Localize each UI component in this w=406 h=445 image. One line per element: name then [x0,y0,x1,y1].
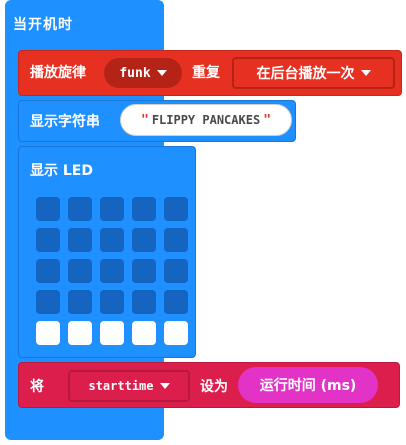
led-cell-0-4[interactable] [164,197,188,221]
led-cell-3-0[interactable] [36,290,60,314]
led-cell-2-3[interactable] [132,259,156,283]
quote-close: " [263,112,272,128]
to-label: 设为 [200,379,228,395]
melody-dropdown-value: funk [119,65,151,81]
melody-dropdown[interactable]: funk [104,58,182,88]
led-cell-4-4[interactable] [164,321,188,345]
string-input[interactable]: " FLIPPY PANCAKES " [120,104,292,136]
led-cell-0-0[interactable] [36,197,60,221]
chevron-down-icon [360,70,371,76]
set-label: 将 [30,379,44,395]
show-string-label: 显示字符串 [30,114,100,130]
led-cell-1-4[interactable] [164,228,188,252]
led-cell-4-2[interactable] [100,321,124,345]
quote-open: " [140,112,149,128]
led-cell-4-1[interactable] [68,321,92,345]
led-cell-2-4[interactable] [164,259,188,283]
led-cell-2-2[interactable] [100,259,124,283]
string-input-value: FLIPPY PANCAKES [151,113,261,127]
variable-dropdown[interactable]: starttime [68,370,190,402]
led-cell-4-0[interactable] [36,321,60,345]
led-cell-3-2[interactable] [100,290,124,314]
led-cell-0-2[interactable] [100,197,124,221]
led-cell-2-1[interactable] [68,259,92,283]
led-cell-1-0[interactable] [36,228,60,252]
led-cell-1-1[interactable] [68,228,92,252]
running-time-label: 运行时间 (ms) [259,378,357,394]
chevron-down-icon [156,70,167,76]
running-time-block[interactable]: 运行时间 (ms) [238,367,378,403]
play-mode-value: 在后台播放一次 [256,66,355,82]
led-cell-1-2[interactable] [100,228,124,252]
on-start-label: 当开机时 [13,17,73,33]
led-cell-3-4[interactable] [164,290,188,314]
led-cell-2-0[interactable] [36,259,60,283]
repeat-label: 重复 [192,65,220,81]
led-cell-3-3[interactable] [132,290,156,314]
led-cell-0-1[interactable] [68,197,92,221]
play-mode-dropdown[interactable]: 在后台播放一次 [232,57,395,89]
led-cell-3-1[interactable] [68,290,92,314]
led-cell-4-3[interactable] [132,321,156,345]
play-melody-label: 播放旋律 [30,65,86,81]
chevron-down-icon [159,383,170,389]
led-cell-0-3[interactable] [132,197,156,221]
variable-dropdown-value: starttime [88,379,154,393]
show-led-label: 显示 LED [30,163,93,179]
led-cell-1-3[interactable] [132,228,156,252]
